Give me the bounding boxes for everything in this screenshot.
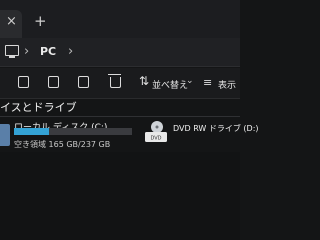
address-bar[interactable] xyxy=(0,38,240,67)
chevron-right-icon[interactable]: › xyxy=(24,44,29,59)
dvd-icon-label: DVD xyxy=(150,136,161,142)
share-icon[interactable] xyxy=(78,76,89,88)
section-divider xyxy=(0,116,240,117)
breadcrumb-pc[interactable]: PC xyxy=(40,45,56,58)
close-icon[interactable]: × xyxy=(6,14,17,29)
chevron-right-icon[interactable]: › xyxy=(68,44,73,59)
sort-button[interactable]: 並べ替え xyxy=(152,78,188,91)
dvd-icon[interactable]: DVD xyxy=(143,119,169,145)
view-button[interactable]: 表示 xyxy=(218,78,236,91)
content-empty-area xyxy=(0,152,240,240)
view-icon[interactable]: ≡ xyxy=(203,76,212,89)
section-title[interactable]: イスとドライブ xyxy=(0,99,77,115)
new-tab-button[interactable]: + xyxy=(34,14,47,29)
cut-icon[interactable] xyxy=(18,76,29,88)
usage-bar xyxy=(14,128,132,135)
drive-d-name[interactable]: DVD RW ドライブ (D:) xyxy=(173,123,259,134)
copy-icon[interactable] xyxy=(48,76,59,88)
chevron-down-icon[interactable]: ⌄ xyxy=(186,76,194,86)
drive-c-free-space: 空き領域 165 GB/237 GB xyxy=(14,140,111,149)
drive-icon[interactable] xyxy=(0,124,10,146)
usage-bar-fill xyxy=(14,128,50,135)
delete-icon[interactable] xyxy=(108,74,121,88)
sort-icon[interactable]: ⇅ xyxy=(139,74,149,88)
pc-icon[interactable] xyxy=(5,45,19,58)
